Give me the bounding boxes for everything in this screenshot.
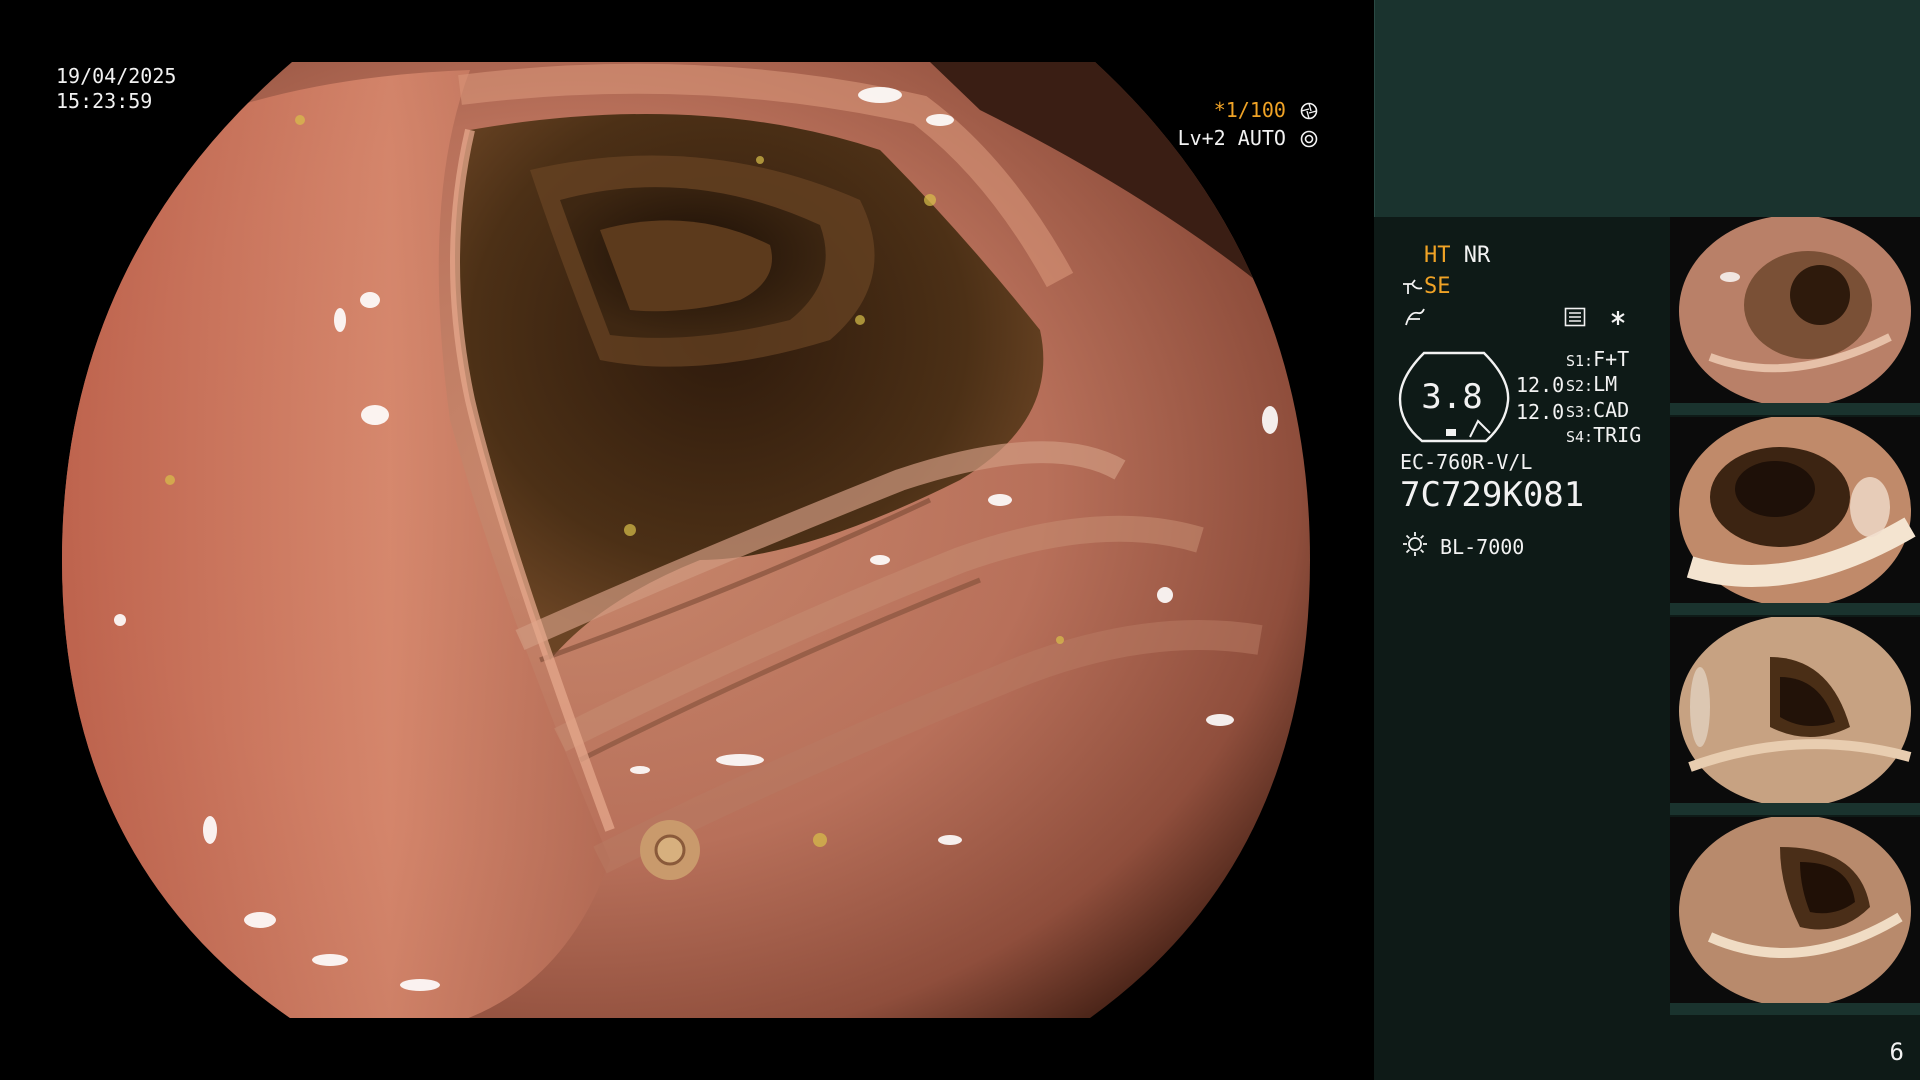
switch-key: S1:: [1566, 352, 1594, 370]
shutter-readout: *1/100: [1098, 98, 1318, 126]
level-text: Lv+2: [1177, 126, 1226, 150]
scope-model: EC-760R-V/L: [1400, 450, 1533, 474]
gain-value-1: 12.0: [1516, 373, 1565, 397]
switch-key: S4:: [1566, 428, 1594, 446]
page-indicator-area: 6: [1670, 1020, 1920, 1080]
switch-4: S4:TRIG: [1566, 423, 1641, 449]
date-time-display: 19/04/2025 15:23:59: [56, 64, 176, 114]
settings-panel: HT NR SE 3.8 12.0 12.0 S1:F+T S2:LM S3:C…: [1374, 217, 1670, 1080]
thumbnail-2[interactable]: [1670, 417, 1920, 615]
page-number: 6: [1889, 1038, 1904, 1066]
structure-enhance-icon: [1402, 277, 1424, 303]
thumbnail-image: [1670, 217, 1920, 415]
thumbnail-1[interactable]: [1670, 217, 1920, 415]
shutter-icon: [1300, 101, 1318, 126]
thumbnail-image: [1670, 817, 1920, 1015]
endoscope-view: 19/04/2025 15:23:59 *1/100 Lv+2 AUTO: [0, 0, 1372, 1080]
switch-2: S2:LM: [1566, 372, 1617, 398]
switch-key: S2:: [1566, 377, 1594, 395]
thumbnail-image: [1670, 417, 1920, 615]
enhance-row: [1402, 305, 1426, 334]
asterisk-icon: [1609, 308, 1627, 334]
thumbnail-image: [1670, 617, 1920, 815]
info-header-block: [1374, 0, 1920, 217]
light-source-row: BL-7000: [1400, 531, 1524, 563]
switch-value: CAD: [1593, 398, 1630, 422]
settings-box-icon: [1564, 307, 1586, 334]
thumbnail-4[interactable]: [1670, 817, 1920, 1015]
se-row: SE: [1400, 274, 1451, 303]
se-label: SE: [1424, 274, 1451, 299]
switch-3: S3:CAD: [1566, 398, 1629, 424]
date-text: 19/04/2025: [56, 64, 177, 88]
ht-label: HT: [1424, 243, 1451, 268]
brightness-readout: Lv+2 AUTO: [1098, 126, 1318, 154]
iris-auto-icon: [1300, 129, 1318, 154]
mode-text: AUTO: [1237, 126, 1286, 150]
switch-value: F+T: [1593, 347, 1630, 371]
enhance-curve-icon: [1404, 307, 1426, 334]
aperture-value: 3.8: [1421, 377, 1483, 417]
switch-key: S3:: [1566, 403, 1594, 421]
time-text: 15:23:59: [56, 89, 153, 113]
light-source-icon: [1402, 531, 1428, 563]
tools-row: [1562, 305, 1627, 334]
thumbnail-strip: [1670, 217, 1920, 1020]
switch-1: S1:F+T: [1566, 347, 1629, 373]
switch-value: TRIG: [1593, 423, 1642, 447]
nr-label: NR: [1463, 243, 1491, 268]
scope-serial: 7C729K081: [1400, 475, 1585, 515]
thumbnail-3[interactable]: [1670, 617, 1920, 815]
endoscopy-screen: 19/04/2025 15:23:59 *1/100 Lv+2 AUTO HT …: [0, 0, 1920, 1080]
gain-value-2: 12.0: [1516, 400, 1565, 424]
switch-value: LM: [1593, 372, 1618, 396]
endoscope-image: [62, 62, 1310, 1018]
ht-nr-row: HT NR: [1424, 243, 1490, 269]
light-source-label: BL-7000: [1440, 535, 1525, 559]
shutter-text: *1/100: [1213, 98, 1286, 122]
